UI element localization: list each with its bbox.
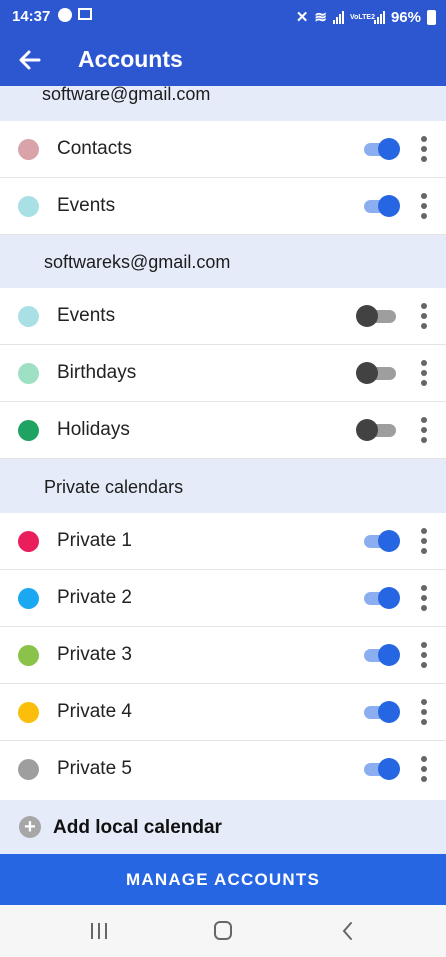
calendar-color-dot (18, 196, 39, 217)
system-nav-bar (0, 905, 446, 957)
calendar-row[interactable]: Private 5 (0, 741, 446, 798)
calendar-label: Private 3 (57, 644, 132, 665)
home-icon (214, 921, 232, 940)
calendar-toggle[interactable] (360, 644, 402, 666)
image-icon (78, 8, 92, 20)
more-options-icon[interactable] (414, 134, 434, 166)
wifi-icon: ≋ (314, 9, 327, 26)
calendar-label: Events (57, 305, 116, 326)
section-header-label: softwareks@gmail.com (44, 252, 231, 272)
back-arrow-button[interactable] (16, 46, 44, 74)
calendar-color-dot (18, 306, 39, 327)
calendar-toggle[interactable] (356, 305, 402, 327)
calendar-label: Events (57, 195, 116, 216)
back-arrow-icon (19, 50, 41, 70)
section-header-account-2: softwareks@gmail.com (0, 235, 446, 288)
calendar-row[interactable]: Holidays (0, 402, 446, 459)
calendar-row[interactable]: Private 2 (0, 570, 446, 627)
phone-call-icon (58, 8, 72, 22)
section-header-label: software@gmail.com (42, 84, 211, 104)
calendar-row[interactable]: Events (0, 178, 446, 235)
status-time: 14:37 (12, 8, 51, 25)
calendar-color-dot (18, 363, 39, 384)
calendar-label: Private 2 (57, 587, 132, 608)
volte-label: VoLTE2 (349, 13, 375, 21)
calendar-row[interactable]: Events (0, 288, 446, 345)
calendar-row[interactable]: Birthdays (0, 345, 446, 402)
section-header-private: Private calendars (0, 459, 446, 513)
more-options-icon[interactable] (414, 191, 434, 223)
calendar-color-dot (18, 531, 39, 552)
add-circle-icon: + (19, 816, 41, 838)
more-options-icon[interactable] (414, 358, 434, 390)
calendar-toggle[interactable] (360, 701, 402, 723)
calendar-toggle[interactable] (360, 195, 402, 217)
add-local-calendar-label: Add local calendar (53, 817, 222, 838)
calendar-toggle[interactable] (360, 138, 402, 160)
battery-percent: 96% (390, 8, 421, 26)
section-header-account-1: software@gmail.com (0, 84, 446, 121)
signal-icon-2 (373, 10, 385, 24)
status-bar: 14:37 ✕ ≋ VoLTE2 96% (0, 0, 446, 34)
add-local-calendar-button[interactable]: + Add local calendar (0, 800, 446, 854)
calendar-toggle[interactable] (356, 362, 402, 384)
calendar-toggle[interactable] (360, 530, 402, 552)
system-back-button[interactable] (336, 919, 362, 943)
calendar-label: Private 5 (57, 758, 132, 779)
calendar-toggle[interactable] (356, 419, 402, 441)
calendar-label: Holidays (57, 419, 130, 440)
back-icon (342, 922, 352, 940)
calendar-color-dot (18, 588, 39, 609)
calendar-color-dot (18, 420, 39, 441)
calendar-toggle[interactable] (360, 758, 402, 780)
more-options-icon[interactable] (414, 697, 434, 729)
more-options-icon[interactable] (414, 526, 434, 558)
calendar-label: Contacts (57, 138, 132, 159)
calendar-label: Birthdays (57, 362, 137, 383)
calendar-row[interactable]: Private 4 (0, 684, 446, 741)
calendar-color-dot (18, 645, 39, 666)
calendar-toggle[interactable] (360, 587, 402, 609)
calendar-row[interactable]: Contacts (0, 121, 446, 178)
calendar-label: Private 1 (57, 530, 132, 551)
home-button[interactable] (210, 919, 236, 943)
calendar-color-dot (18, 139, 39, 160)
recents-icon (91, 923, 107, 939)
calendar-color-dot (18, 702, 39, 723)
more-options-icon[interactable] (414, 754, 434, 786)
calendar-label: Private 4 (57, 701, 132, 722)
more-options-icon[interactable] (414, 301, 434, 333)
more-options-icon[interactable] (414, 415, 434, 447)
calendar-row[interactable]: Private 1 (0, 513, 446, 570)
more-options-icon[interactable] (414, 640, 434, 672)
more-options-icon[interactable] (414, 583, 434, 615)
signal-icon (332, 10, 344, 24)
calendar-color-dot (18, 759, 39, 780)
calendar-row[interactable]: Private 3 (0, 627, 446, 684)
section-header-label: Private calendars (44, 477, 184, 497)
app-bar: Accounts (0, 34, 446, 86)
manage-accounts-button[interactable]: MANAGE ACCOUNTS (0, 854, 446, 905)
page-title: Accounts (78, 46, 183, 72)
battery-icon (427, 9, 436, 25)
recents-button[interactable] (86, 919, 112, 943)
mute-icon: ✕ (295, 9, 309, 26)
